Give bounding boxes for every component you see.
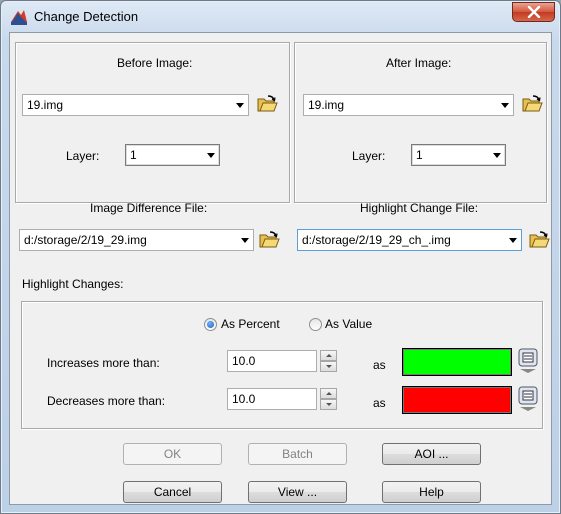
- increases-color-swatch[interactable]: [402, 348, 512, 376]
- spin-down-icon[interactable]: [320, 361, 337, 372]
- highlight-change-file-value: d:/storage/2/19_29_ch_.img: [302, 233, 451, 247]
- highlight-change-file-combo[interactable]: d:/storage/2/19_29_ch_.img: [297, 229, 522, 251]
- batch-button[interactable]: Batch: [248, 443, 347, 465]
- spin-up-icon[interactable]: [320, 388, 337, 399]
- as-percent-label[interactable]: As Percent: [221, 317, 280, 331]
- after-image-heading: After Image:: [386, 56, 452, 70]
- cancel-button[interactable]: Cancel: [123, 481, 222, 503]
- after-image-group: After Image: 19.img Layer: 1: [294, 42, 547, 203]
- view-button[interactable]: View ...: [248, 481, 347, 503]
- title-bar[interactable]: Change Detection: [1, 1, 560, 33]
- chevron-down-icon: [241, 238, 249, 243]
- spin-down-icon[interactable]: [320, 399, 337, 410]
- chevron-down-icon: [509, 238, 517, 243]
- before-image-combo[interactable]: 19.img: [22, 94, 249, 116]
- decreases-stepper[interactable]: [320, 388, 337, 410]
- after-image-combo[interactable]: 19.img: [303, 94, 514, 116]
- before-image-heading: Before Image:: [117, 56, 193, 70]
- open-folder-icon[interactable]: [528, 230, 550, 250]
- increases-stepper[interactable]: [320, 350, 337, 372]
- color-picker-icon[interactable]: [518, 348, 538, 374]
- open-folder-icon[interactable]: [258, 230, 280, 250]
- decreases-label: Decreases more than:: [47, 394, 166, 408]
- open-folder-icon[interactable]: [521, 94, 543, 114]
- image-difference-value: d:/storage/2/19_29.img: [24, 233, 147, 247]
- decreases-input[interactable]: 10.0: [227, 388, 317, 410]
- aoi-button[interactable]: AOI ...: [382, 443, 481, 465]
- decreases-value: 10.0: [232, 392, 256, 406]
- help-button[interactable]: Help: [382, 481, 481, 503]
- decreases-color-swatch[interactable]: [402, 386, 512, 414]
- chevron-down-icon: [236, 103, 244, 108]
- increases-value: 10.0: [232, 354, 256, 368]
- increases-as-text: as: [373, 358, 386, 372]
- close-icon: [527, 6, 541, 18]
- as-value-radio[interactable]: [309, 318, 322, 331]
- chevron-down-icon: [501, 103, 509, 108]
- before-layer-value: 1: [130, 148, 137, 162]
- open-folder-icon[interactable]: [256, 94, 278, 114]
- highlight-changes-heading: Highlight Changes:: [22, 277, 124, 291]
- close-button[interactable]: [512, 2, 555, 22]
- color-picker-icon[interactable]: [518, 386, 538, 412]
- image-difference-combo[interactable]: d:/storage/2/19_29.img: [19, 229, 254, 251]
- as-percent-radio[interactable]: [204, 318, 217, 331]
- before-image-value: 19.img: [27, 98, 64, 112]
- window-title: Change Detection: [34, 9, 139, 24]
- decreases-as-text: as: [373, 396, 386, 410]
- after-layer-select[interactable]: 1: [411, 144, 506, 166]
- increases-input[interactable]: 10.0: [227, 350, 317, 372]
- as-value-label[interactable]: As Value: [325, 317, 372, 331]
- image-difference-heading: Image Difference File:: [90, 201, 208, 215]
- before-layer-label: Layer:: [66, 149, 100, 163]
- chevron-down-icon: [493, 153, 501, 158]
- before-image-group: Before Image: 19.img Layer: 1: [15, 42, 290, 203]
- highlight-changes-group: As Percent As Value Increases more than:…: [21, 301, 543, 429]
- increases-label: Increases more than:: [47, 356, 160, 370]
- after-image-value: 19.img: [308, 98, 345, 112]
- ok-button[interactable]: OK: [123, 443, 222, 465]
- after-layer-value: 1: [416, 148, 423, 162]
- chevron-down-icon: [207, 153, 215, 158]
- spin-up-icon[interactable]: [320, 350, 337, 361]
- dialog-body: Before Image: 19.img Layer: 1 After Imag…: [9, 32, 552, 505]
- before-layer-select[interactable]: 1: [125, 144, 220, 166]
- highlight-change-file-heading: Highlight Change File:: [360, 201, 479, 215]
- after-layer-label: Layer:: [352, 149, 386, 163]
- change-detection-window: Change Detection Before Image: 19.img La…: [0, 0, 561, 514]
- change-detection-app-icon: [11, 10, 27, 25]
